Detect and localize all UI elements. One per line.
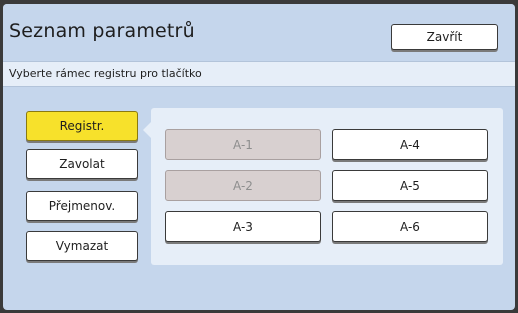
close-button[interactable]: Zavřít — [391, 24, 498, 50]
delete-mode-button[interactable]: Vymazat — [26, 231, 138, 261]
title-bar: Seznam parametrů Zavřít — [3, 4, 515, 60]
page-title: Seznam parametrů — [9, 20, 195, 42]
register-mode-button[interactable]: Registr. — [26, 111, 138, 141]
register-a3-button[interactable]: A-3 — [165, 211, 321, 242]
register-a1-button: A-1 — [165, 129, 321, 160]
register-a6-button[interactable]: A-6 — [332, 211, 488, 242]
register-a4-button[interactable]: A-4 — [332, 129, 488, 160]
register-a2-button: A-2 — [165, 170, 321, 201]
instruction-bar: Vyberte rámec registru pro tlačítko — [3, 61, 515, 87]
register-a5-button[interactable]: A-5 — [332, 170, 488, 201]
rename-mode-button[interactable]: Přejmenov. — [26, 191, 138, 221]
instruction-text: Vyberte rámec registru pro tlačítko — [9, 67, 202, 80]
parameter-list-screen: Seznam parametrů Zavřít Vyberte rámec re… — [3, 4, 515, 310]
call-mode-button[interactable]: Zavolat — [26, 149, 138, 179]
